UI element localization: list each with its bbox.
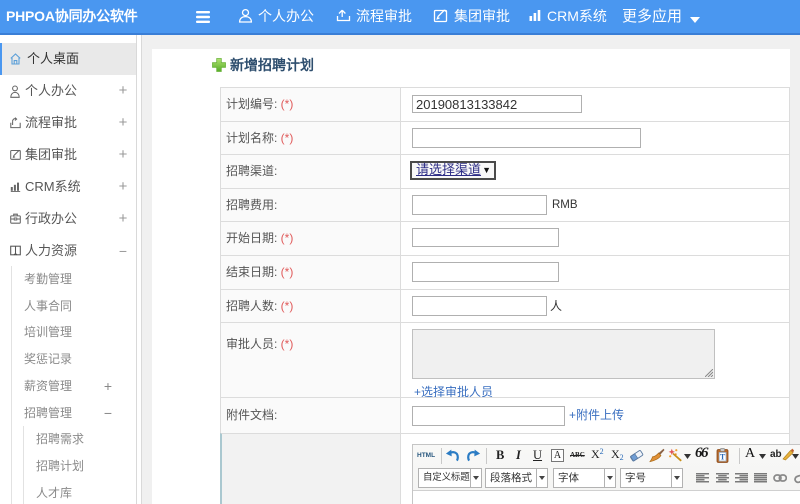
svg-text:T: T xyxy=(720,452,726,461)
